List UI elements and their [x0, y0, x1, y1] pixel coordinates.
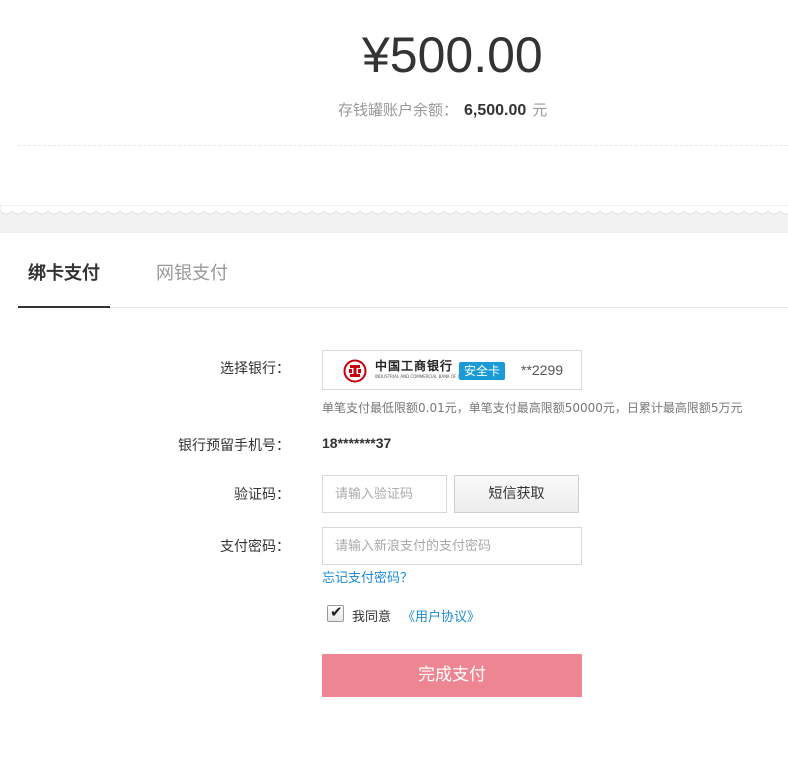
bank-label: 选择银行： — [220, 361, 290, 377]
phone-value: 18*******37 — [322, 435, 392, 451]
balance-line: 存钱罐账户余额： 6,500.00 元 — [338, 99, 547, 120]
bank-selector[interactable]: 中国工商银行 INDUSTRIAL AND COMMERCIAL BANK OF… — [322, 350, 582, 390]
password-label: 支付密码： — [220, 539, 290, 555]
safe-card-badge: 安全卡 — [459, 362, 506, 380]
checkmark-icon: ✔ — [330, 603, 343, 621]
icbc-logo-icon — [343, 359, 367, 383]
balance-unit: 元 — [532, 101, 548, 119]
balance-value: 6,500.00 — [464, 102, 527, 119]
agree-checkbox[interactable]: ✔ — [327, 603, 344, 622]
payment-tabs: 绑卡支付 网银支付 — [18, 233, 788, 308]
bank-name: 中国工商银行 — [375, 359, 454, 373]
balance-label: 存钱罐账户余额： — [338, 101, 459, 119]
tab-netbank-payment[interactable]: 网银支付 — [156, 259, 228, 285]
payment-password-input[interactable] — [322, 527, 582, 565]
phone-label: 银行预留手机号： — [178, 438, 290, 454]
payment-form-panel: 绑卡支付 网银支付 选择银行： 中国工商银行 INDUSTRIAL AND CO… — [0, 232, 788, 774]
payment-amount: ¥500.00 — [362, 27, 543, 83]
user-agreement-link[interactable]: 《用户协议》 — [402, 606, 480, 625]
forgot-password-link[interactable]: 忘记支付密码？ — [322, 567, 413, 586]
dashed-divider — [18, 145, 788, 146]
wavy-divider — [0, 205, 788, 233]
agree-text: 我同意 — [352, 610, 392, 625]
payment-summary: ¥500.00 存钱罐账户余额： 6,500.00 元 — [0, 0, 788, 233]
tab-card-payment[interactable]: 绑卡支付 — [28, 259, 100, 285]
active-tab-indicator — [18, 306, 110, 308]
code-label: 验证码： — [234, 487, 290, 503]
verification-code-input[interactable] — [322, 475, 447, 513]
complete-payment-button[interactable]: 完成支付 — [322, 654, 582, 697]
limit-note: 单笔支付最低限额0.01元，单笔支付最高限额50000元，日累计最高限额5万元 — [322, 401, 743, 415]
bank-name-english: INDUSTRIAL AND COMMERCIAL BANK OF CHINA — [375, 374, 471, 379]
card-number-tail: **2299 — [521, 362, 564, 378]
sms-code-button[interactable]: 短信获取 — [454, 475, 579, 513]
